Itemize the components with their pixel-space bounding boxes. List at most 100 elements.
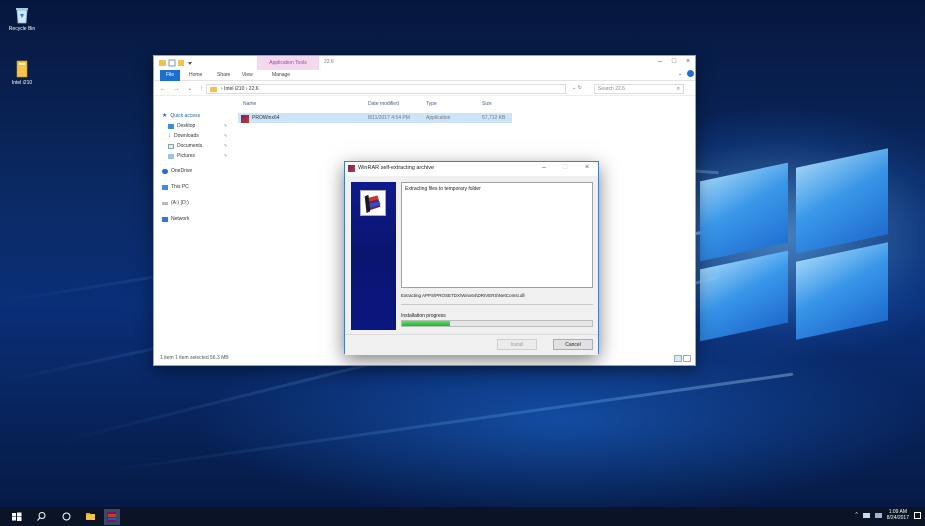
task-view-icon[interactable] [60, 510, 73, 523]
installation-progress-bar [401, 320, 593, 327]
chevron-up-icon[interactable]: ^ [855, 512, 857, 518]
nav-desktop[interactable]: Desktop [168, 123, 195, 129]
progress-label: Installation progress [401, 313, 446, 319]
cancel-button[interactable]: Cancel [553, 339, 593, 350]
large-icons-view-icon[interactable] [683, 355, 691, 362]
nav-this-pc[interactable]: This PC [162, 184, 189, 190]
intel-folder-label: Intel i210 [11, 80, 33, 86]
search-placeholder: Search 22.6 [598, 86, 625, 92]
tab-file[interactable]: File [160, 70, 180, 81]
file-size: 57,712 KB [482, 115, 506, 121]
winrar-icon[interactable] [104, 509, 120, 525]
column-header-date[interactable]: Date modified [368, 101, 399, 107]
recycle-bin-label: Recycle Bin [8, 26, 36, 32]
winrar-icon [348, 165, 355, 172]
tab-manage[interactable]: Manage [272, 72, 290, 78]
download-arrow-icon: ↓ [168, 133, 171, 139]
details-view-icon[interactable] [674, 355, 682, 362]
folder-icon [16, 60, 28, 78]
file-type: Application [426, 115, 451, 121]
computer-icon [162, 184, 168, 190]
status-bar-text: 1 item 1 item selected 56.3 MB [160, 355, 229, 361]
dialog-button-row: Install Cancel [345, 334, 598, 355]
navigation-pane: ★ Quick access Desktop ↓ Downloads Docum… [154, 98, 234, 348]
nav-quick-access[interactable]: ★ Quick access [162, 112, 200, 120]
nav-drive[interactable]: (A:) (D:) [162, 200, 189, 206]
explorer-window-title: 22.6 [324, 59, 334, 65]
search-icon[interactable] [35, 510, 48, 523]
wallpaper-windows-logo [700, 140, 890, 342]
divider [401, 304, 593, 305]
recycle-bin-icon [16, 8, 28, 24]
tab-share[interactable]: Share [217, 72, 230, 78]
notification-icon[interactable] [914, 511, 921, 519]
search-icon: ⌕ [676, 86, 680, 92]
column-header-type[interactable]: Type [426, 101, 437, 107]
system-tray: ^ 1:09 AM 8/24/2017 [855, 509, 921, 521]
winrar-file-icon [241, 115, 249, 123]
nav-network[interactable]: Network [162, 216, 189, 222]
dialog-title: WinRAR self-extracting archive [358, 165, 435, 171]
close-icon[interactable]: × [581, 164, 593, 171]
network-icon[interactable] [862, 512, 870, 518]
pin-icon[interactable]: ✎ [224, 153, 227, 158]
application-tools-context-tab: Application Tools [257, 56, 319, 70]
dialog-sidebar-image [351, 182, 396, 330]
search-input[interactable]: Search 22.6 ⌕ [594, 84, 684, 94]
minimize-icon[interactable]: – [654, 58, 666, 65]
minimize-icon[interactable]: – [538, 164, 550, 171]
address-path: › Intel i210 › 22.6 [221, 86, 259, 92]
explorer-titlebar[interactable]: Application Tools 22.6 – □ × [154, 56, 695, 70]
pictures-icon [168, 153, 174, 159]
star-icon: ★ [162, 113, 168, 119]
nav-onedrive[interactable]: OneDrive [162, 168, 192, 174]
nav-downloads[interactable]: ↓ Downloads [168, 133, 199, 139]
file-name: PROWinx64 [252, 115, 280, 121]
extraction-log-box: Extracting files to temporary folder [401, 182, 593, 288]
tab-view[interactable]: View [242, 72, 253, 78]
volume-icon[interactable] [874, 512, 882, 518]
desktop-icon [168, 123, 174, 129]
back-forward-up-icons[interactable]: ← → ⌄ ↑ [160, 85, 206, 92]
taskbar: ^ 1:09 AM 8/24/2017 [0, 507, 925, 526]
close-icon[interactable]: × [682, 58, 694, 65]
document-icon [168, 143, 174, 149]
maximize-icon: □ [562, 164, 568, 171]
tab-home[interactable]: Home [189, 72, 202, 78]
drive-icon [162, 201, 168, 205]
wallpaper-beam [99, 372, 794, 473]
folder-icon [210, 87, 217, 92]
dialog-titlebar[interactable]: WinRAR self-extracting archive – □ × [345, 162, 598, 176]
help-icon[interactable] [687, 70, 694, 77]
intel-folder-desktop-icon[interactable]: Intel i210 [2, 60, 42, 86]
cloud-icon [162, 168, 168, 174]
file-date: 8/11/2017 4:54 PM [368, 115, 410, 121]
extraction-status-text: Extracting files to temporary folder [405, 186, 481, 192]
maximize-icon[interactable]: □ [668, 58, 680, 65]
clock-date: 8/24/2017 [886, 515, 909, 521]
refresh-icon[interactable]: ⌄ ↻ [572, 85, 582, 91]
winrar-sfx-dialog: WinRAR self-extracting archive – □ × Ext… [344, 161, 599, 355]
address-bar[interactable]: › Intel i210 › 22.6 [206, 84, 566, 94]
nav-pictures[interactable]: Pictures [168, 153, 195, 159]
view-toggle [674, 355, 691, 362]
start-icon[interactable] [10, 510, 23, 523]
chevron-down-icon[interactable]: ⌄ [678, 71, 682, 77]
network-icon [162, 216, 168, 222]
nav-documents[interactable]: Documents [168, 143, 202, 149]
pin-icon[interactable]: ✎ [224, 143, 227, 148]
progress-fill [402, 321, 450, 326]
install-button[interactable]: Install [497, 339, 537, 350]
current-file-text: Extracting APPS\PROSETDX\Winx64\DRIVERS\… [401, 293, 525, 298]
pin-icon[interactable]: ✎ [224, 123, 227, 128]
ribbon-tabs: File Home Share View Manage ⌄ [154, 70, 695, 81]
file-row[interactable]: PROWinx64 8/11/2017 4:54 PM Application … [238, 113, 512, 123]
pin-icon[interactable]: ✎ [224, 133, 227, 138]
quick-access-toolbar-icons[interactable] [159, 59, 199, 67]
recycle-bin-desktop-icon[interactable]: Recycle Bin [2, 6, 42, 32]
file-explorer-icon[interactable] [84, 510, 97, 523]
clock[interactable]: 1:09 AM 8/24/2017 [887, 509, 909, 521]
column-header-size[interactable]: Size [482, 101, 492, 107]
address-bar-row: ← → ⌄ ↑ › Intel i210 › 22.6 ⌄ ↻ Search 2… [154, 82, 695, 96]
column-header-name[interactable]: Name [243, 101, 256, 107]
